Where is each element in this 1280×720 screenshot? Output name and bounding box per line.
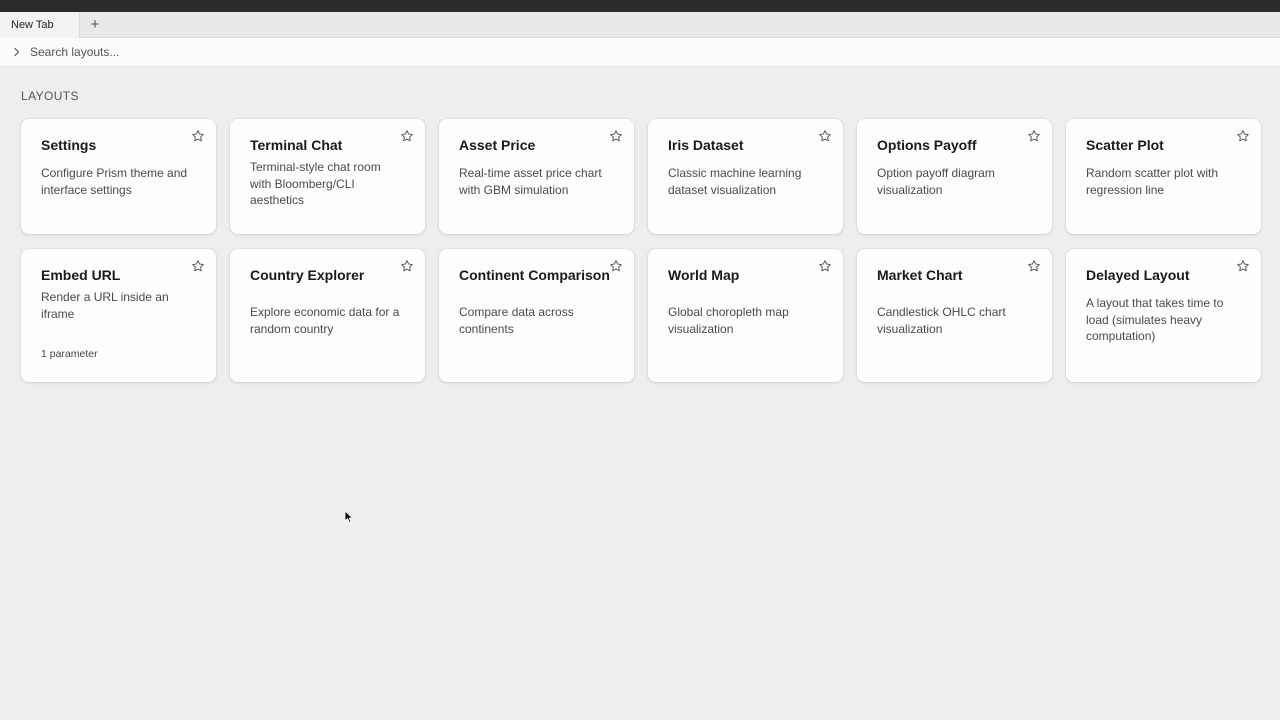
layouts-grid: Settings Configure Prism theme and inter… [21,119,1261,382]
card-description: Terminal-style chat room with Bloomberg/… [250,160,381,207]
star-icon[interactable] [818,129,832,143]
card-title: Embed URL [41,267,121,283]
card-description: A layout that takes time to load (simula… [1086,296,1224,343]
card-title: Asset Price [459,137,536,153]
card-title: Country Explorer [250,267,365,283]
layout-card-continent-comparison[interactable]: Continent Comparison Compare data across… [439,249,634,382]
plus-icon: + [90,15,100,33]
new-tab-button[interactable]: + [86,15,104,33]
card-description: Classic machine learning dataset visuali… [668,166,802,197]
card-description: Explore economic data for a random count… [250,305,400,336]
layout-search-bar [0,38,1280,67]
card-description: Real-time asset price chart with GBM sim… [459,166,602,197]
card-title: Options Payoff [877,137,977,153]
tab-bar: New Tab + [0,12,1280,38]
star-icon[interactable] [400,259,414,273]
card-parameter-count: 1 parameter [41,348,98,360]
card-title: Market Chart [877,267,963,283]
card-title: Iris Dataset [668,137,744,153]
star-icon[interactable] [1027,129,1041,143]
card-title: Delayed Layout [1086,267,1190,283]
search-input[interactable] [30,43,630,61]
card-description: Configure Prism theme and interface sett… [41,166,188,197]
card-title: World Map [668,267,740,283]
card-description: Random scatter plot with regression line [1086,166,1219,197]
card-description: Candlestick OHLC chart visualization [877,305,1006,336]
star-icon[interactable] [191,129,205,143]
tab-new-tab[interactable]: New Tab [0,12,80,38]
star-icon[interactable] [818,259,832,273]
star-icon[interactable] [400,129,414,143]
card-title: Settings [41,137,97,153]
layout-card-embed-url[interactable]: Embed URL Render a URL inside an iframe … [21,249,216,382]
card-title: Continent Comparison [459,267,610,283]
star-icon[interactable] [609,129,623,143]
layout-card-settings[interactable]: Settings Configure Prism theme and inter… [21,119,216,234]
layout-card-iris-dataset[interactable]: Iris Dataset Classic machine learning da… [648,119,843,234]
star-icon[interactable] [1236,129,1250,143]
layout-card-asset-price[interactable]: Asset Price Real-time asset price chart … [439,119,634,234]
layout-card-delayed-layout[interactable]: Delayed Layout A layout that takes time … [1066,249,1261,382]
layout-card-terminal-chat[interactable]: Terminal Chat Terminal-style chat room w… [230,119,425,234]
card-description: Render a URL inside an iframe [41,290,169,321]
layout-card-market-chart[interactable]: Market Chart Candlestick OHLC chart visu… [857,249,1052,382]
layout-card-country-explorer[interactable]: Country Explorer Explore economic data f… [230,249,425,382]
mouse-pointer-icon [344,510,353,523]
chevron-right-icon[interactable] [11,46,23,58]
star-icon[interactable] [191,259,205,273]
layout-card-options-payoff[interactable]: Options Payoff Option payoff diagram vis… [857,119,1052,234]
star-icon[interactable] [1027,259,1041,273]
window-top-bar [0,0,1280,12]
star-icon[interactable] [1236,259,1250,273]
layout-card-scatter-plot[interactable]: Scatter Plot Random scatter plot with re… [1066,119,1261,234]
layout-card-world-map[interactable]: World Map Global choropleth map visualiz… [648,249,843,382]
star-icon[interactable] [609,259,623,273]
card-title: Scatter Plot [1086,137,1164,153]
tab-label: New Tab [11,19,54,31]
card-title: Terminal Chat [250,137,343,153]
card-description: Compare data across continents [459,305,574,336]
section-heading: LAYOUTS [21,89,79,103]
card-description: Option payoff diagram visualization [877,166,995,197]
card-description: Global choropleth map visualization [668,305,789,336]
